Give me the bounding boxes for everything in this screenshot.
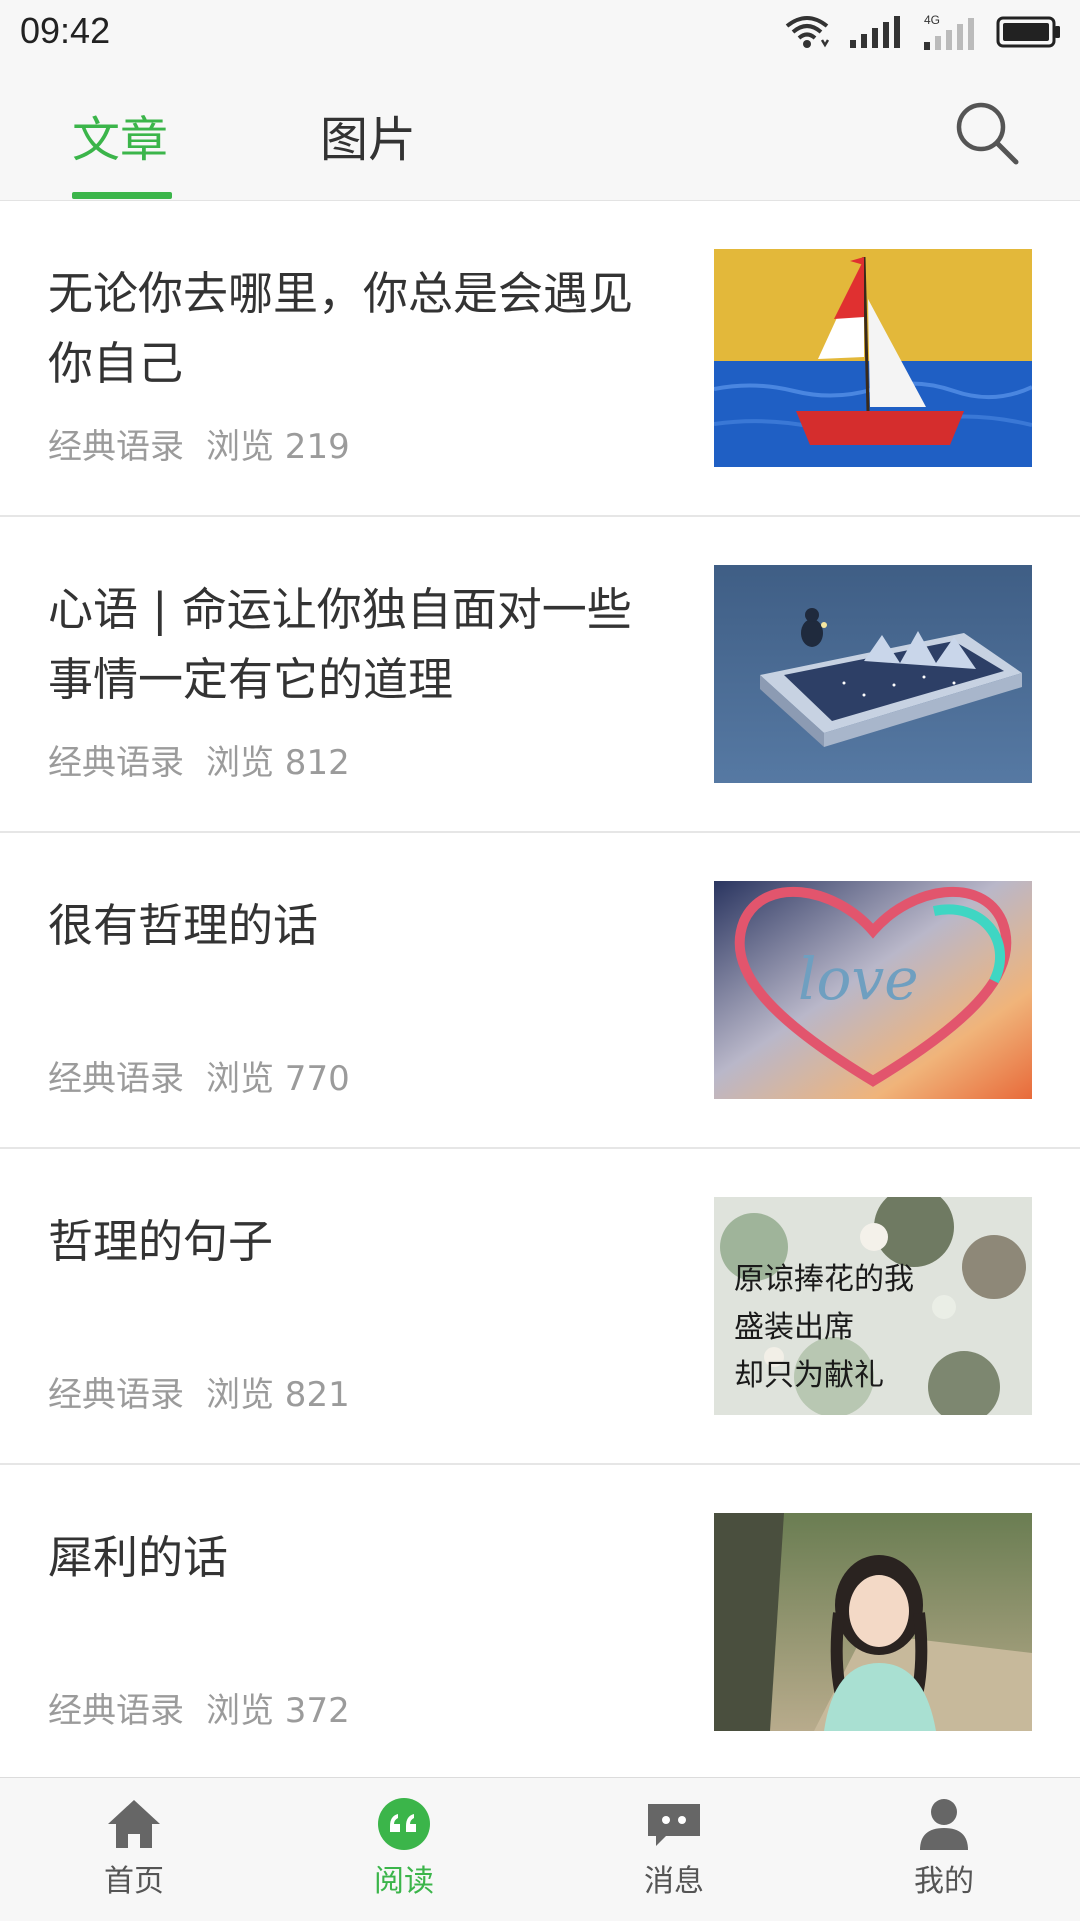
article-title: 无论你去哪里，你总是会遇见你自己: [48, 267, 634, 390]
article-thumbnail-flowers: 原谅捧花的我 盛装出席 却只为献礼: [714, 1197, 1032, 1415]
thumbnail-line-1: 原谅捧花的我: [734, 1262, 914, 1297]
article-meta: 经典语录 浏览 812: [48, 735, 350, 784]
status-time: 09:42: [20, 10, 111, 51]
nav-profile[interactable]: 我的: [844, 1796, 1044, 1900]
article-meta: 经典语录 浏览 372: [48, 1683, 350, 1732]
article-item[interactable]: 犀利的话 经典语录 浏览 372: [0, 1465, 1080, 1777]
article-title: 哲理的句子: [48, 1215, 274, 1268]
article-meta: 经典语录 浏览 219: [48, 419, 350, 468]
article-thumbnail-sailboat: [714, 249, 1032, 467]
wifi-icon: [785, 16, 830, 48]
message-icon: [648, 1804, 700, 1846]
article-title: 很有哲理的话: [48, 899, 319, 952]
nav-messages-label: 消息: [644, 1864, 704, 1899]
article-category: 经典语录: [48, 1691, 184, 1731]
article-views: 浏览 372: [206, 1691, 350, 1731]
article-views: 浏览 812: [206, 743, 350, 783]
quote-icon: [378, 1798, 430, 1850]
article-category: 经典语录: [48, 427, 184, 467]
status-icons: 4G: [784, 12, 1062, 52]
article-views: 浏览 219: [206, 427, 350, 467]
status-bar: 09:42 4G: [0, 0, 1080, 64]
active-tab-indicator: [72, 192, 172, 199]
tab-articles[interactable]: 文章: [72, 100, 168, 170]
search-icon: [956, 102, 1019, 165]
thumbnail-line-3: 却只为献礼: [734, 1358, 884, 1393]
signal-icon: [850, 16, 900, 48]
article-views: 浏览 770: [206, 1059, 350, 1099]
svg-text:love: love: [798, 945, 919, 1013]
article-title: 犀利的话: [48, 1531, 229, 1584]
nav-profile-label: 我的: [914, 1864, 974, 1899]
article-item[interactable]: 很有哲理的话 经典语录 浏览 770 love: [0, 833, 1080, 1149]
person-icon: [920, 1799, 968, 1850]
article-feed: 无论你去哪里，你总是会遇见你自己 经典语录 浏览 219 心语 | 命运让你独自面…: [0, 201, 1080, 1777]
search-button[interactable]: [952, 98, 1022, 168]
thumbnail-line-2: 盛装出席: [734, 1310, 854, 1345]
article-title: 心语 | 命运让你独自面对一些事情一定有它的道理: [48, 583, 632, 706]
nav-reading[interactable]: 阅读: [304, 1796, 504, 1900]
article-item[interactable]: 无论你去哪里，你总是会遇见你自己 经典语录 浏览 219: [0, 201, 1080, 517]
nav-messages[interactable]: 消息: [574, 1796, 774, 1900]
article-category: 经典语录: [48, 1375, 184, 1415]
nav-home-label: 首页: [104, 1864, 164, 1899]
article-thumbnail-portrait: [714, 1513, 1032, 1731]
top-tab-bar: 文章 图片: [0, 64, 1080, 201]
article-meta: 经典语录 浏览 821: [48, 1367, 350, 1416]
signal-4g-icon: 4G: [924, 13, 974, 50]
nav-reading-label: 阅读: [374, 1864, 434, 1899]
article-meta: 经典语录 浏览 770: [48, 1051, 350, 1100]
battery-icon: [996, 16, 1060, 48]
article-category: 经典语录: [48, 1059, 184, 1099]
network-type-label: 4G: [924, 13, 940, 27]
home-icon: [108, 1800, 160, 1848]
article-views: 浏览 821: [206, 1375, 350, 1415]
nav-home[interactable]: 首页: [34, 1796, 234, 1900]
article-category: 经典语录: [48, 743, 184, 783]
article-thumbnail-book-lake: [714, 565, 1032, 783]
article-item[interactable]: 哲理的句子 经典语录 浏览 821 原谅捧花的我 盛装出席 却只为献礼: [0, 1149, 1080, 1465]
article-thumbnail-love-heart: love: [714, 881, 1032, 1099]
article-item[interactable]: 心语 | 命运让你独自面对一些事情一定有它的道理 经典语录 浏览 812: [0, 517, 1080, 833]
tab-images[interactable]: 图片: [320, 100, 416, 170]
bottom-nav: 首页 阅读 消息 我的: [0, 1777, 1080, 1921]
